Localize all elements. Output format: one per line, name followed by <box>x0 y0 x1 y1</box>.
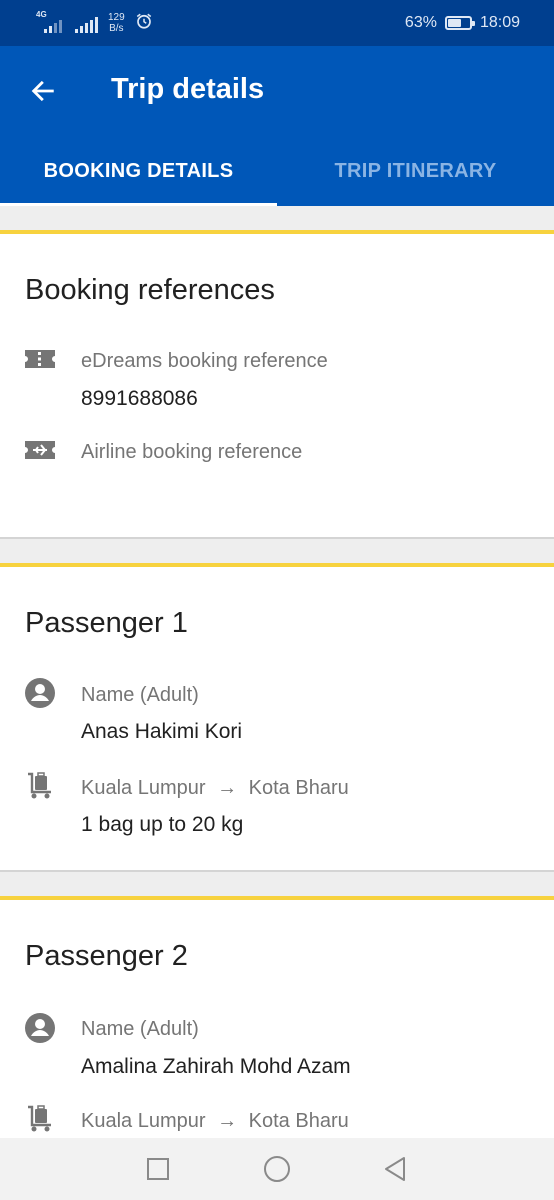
arrow-left-icon <box>31 80 54 102</box>
name-label: Name (Adult) <box>81 1018 199 1040</box>
app-bar: Trip details <box>0 46 554 136</box>
back-nav-button[interactable] <box>380 1154 410 1184</box>
passenger-title: Passenger 2 <box>25 940 188 972</box>
tab-trip-itinerary[interactable]: TRIP ITINERARY <box>277 136 554 206</box>
clock: 18:09 <box>479 14 520 31</box>
person-icon <box>24 1012 56 1044</box>
route-to: Kota Bharu <box>248 777 349 799</box>
edreams-reference-value: 8991688086 <box>81 387 198 410</box>
net-speed-unit: B/s <box>109 23 124 34</box>
edreams-reference-label: eDreams booking reference <box>81 350 328 372</box>
tab-booking-details[interactable]: BOOKING DETAILS <box>0 136 277 206</box>
route-arrow-icon: → <box>217 1110 238 1132</box>
baggage-cart-icon <box>24 770 56 802</box>
route-arrow-icon: → <box>217 777 238 799</box>
system-nav-bar <box>0 1138 554 1200</box>
person-icon <box>24 677 56 709</box>
triangle-back-icon <box>385 1157 405 1181</box>
cellular-signal-icon-2 <box>72 13 98 33</box>
passenger-name: Anas Hakimi Kori <box>81 720 243 743</box>
passenger-name: Amalina Zahirah Mohd Azam <box>81 1055 351 1078</box>
passenger-card: Passenger 1 Name (Adult) Anas Hakimi Kor… <box>0 563 554 872</box>
route-from: Kuala Lumpur <box>81 1110 206 1132</box>
baggage-cart-icon <box>24 1103 56 1135</box>
baggage-route: Kuala Lumpur → Kota Bharu <box>81 1110 349 1133</box>
square-icon <box>147 1158 169 1180</box>
network-speed: 129 B/s <box>108 12 125 34</box>
route-to: Kota Bharu <box>248 1110 349 1132</box>
ticket-icon <box>24 343 56 375</box>
net-speed-value: 129 <box>108 12 125 23</box>
baggage-route: Kuala Lumpur → Kota Bharu <box>81 777 349 800</box>
alarm-icon <box>135 12 153 35</box>
status-bar: 4G 129 B/s 63% 18:09 <box>0 0 554 46</box>
page-title: Trip details <box>111 73 265 105</box>
airline-reference-label: Airline booking reference <box>81 441 303 463</box>
cellular-signal-icon: 4G <box>36 11 62 33</box>
baggage-allowance: 1 bag up to 20 kg <box>81 813 244 836</box>
back-button[interactable] <box>20 68 66 114</box>
booking-references-card: Booking references eDreams booking refer… <box>0 230 554 539</box>
tab-bar: BOOKING DETAILS TRIP ITINERARY <box>0 136 554 206</box>
passenger-title: Passenger 1 <box>25 607 188 639</box>
airline-ticket-icon <box>24 434 56 466</box>
booking-references-title: Booking references <box>25 274 275 306</box>
home-button[interactable] <box>262 1154 292 1184</box>
name-label: Name (Adult) <box>81 684 199 706</box>
battery-percent: 63% <box>404 14 437 31</box>
circle-icon <box>264 1156 290 1182</box>
recents-button[interactable] <box>143 1154 173 1184</box>
route-from: Kuala Lumpur <box>81 777 206 799</box>
battery-icon <box>444 16 475 30</box>
